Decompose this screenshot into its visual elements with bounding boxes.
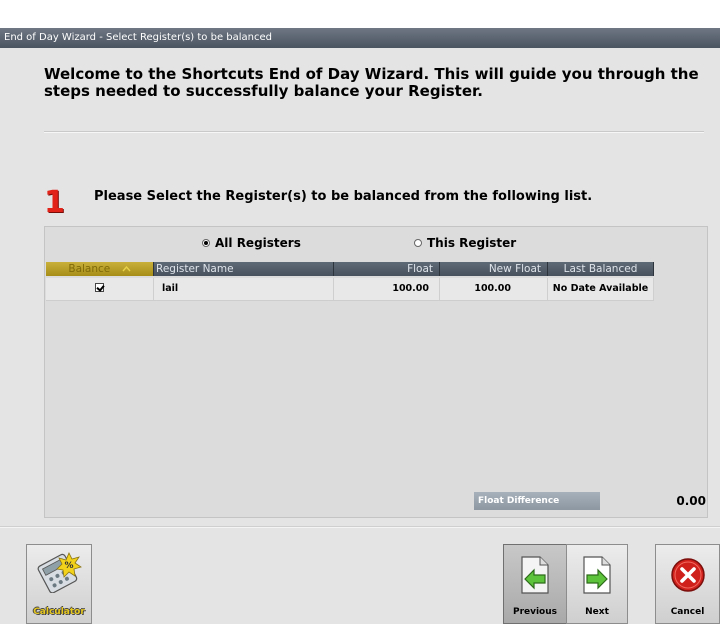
welcome-text: Welcome to the Shortcuts End of Day Wiza…	[44, 65, 699, 100]
column-header-new-float[interactable]: New Float	[440, 262, 548, 276]
arrow-left-icon	[521, 556, 549, 594]
radio-all-registers-label: All Registers	[215, 236, 301, 250]
arrow-right-icon	[583, 556, 611, 594]
column-header-float[interactable]: Float	[334, 262, 440, 276]
previous-button[interactable]: Previous	[503, 544, 567, 624]
column-header-last-balanced[interactable]: Last Balanced	[548, 262, 654, 276]
close-icon	[670, 558, 705, 592]
previous-button-label: Previous	[512, 607, 558, 617]
header-divider	[44, 131, 704, 133]
register-name-cell: lail	[154, 278, 334, 300]
next-button-label: Next	[585, 607, 609, 617]
radio-this-register[interactable]: This Register	[414, 236, 516, 250]
column-header-register-name[interactable]: Register Name	[154, 262, 334, 276]
float-difference-label: Float Difference	[474, 492, 600, 510]
step-instruction: Please Select the Register(s) to be bala…	[94, 189, 593, 204]
balance-checkbox[interactable]	[95, 283, 104, 292]
column-header-balance[interactable]: Balance	[46, 262, 154, 276]
new-float-cell: 100.00	[440, 278, 548, 300]
calculator-button[interactable]: % Calculator	[26, 544, 92, 624]
calculator-button-label: Calculator	[33, 607, 85, 617]
balance-cell[interactable]	[46, 278, 154, 300]
cancel-button-label: Cancel	[670, 607, 705, 617]
cancel-button[interactable]: Cancel	[655, 544, 720, 624]
float-cell: 100.00	[334, 278, 440, 300]
footer-divider	[0, 526, 720, 528]
end-of-day-wizard-window: End of Day Wizard - Select Register(s) t…	[0, 28, 720, 624]
radio-all-registers[interactable]: All Registers	[202, 236, 301, 250]
window-title: End of Day Wizard - Select Register(s) t…	[0, 28, 720, 48]
float-difference-value: 0.00	[676, 494, 706, 508]
table-row[interactable]: lail 100.00 100.00 No Date Available	[46, 278, 654, 301]
step-number: 1	[44, 185, 65, 220]
calculator-icon: %	[37, 552, 82, 594]
sort-up-icon	[122, 265, 131, 272]
radio-this-register-label: This Register	[427, 236, 517, 250]
radio-unselected-icon[interactable]	[414, 239, 422, 247]
last-balanced-cell: No Date Available	[548, 278, 654, 300]
next-button[interactable]: Next	[566, 544, 628, 624]
radio-selected-icon[interactable]	[202, 239, 210, 247]
register-table-header: Balance Register Name Float New Float La…	[46, 262, 654, 276]
svg-text:%: %	[64, 561, 73, 571]
